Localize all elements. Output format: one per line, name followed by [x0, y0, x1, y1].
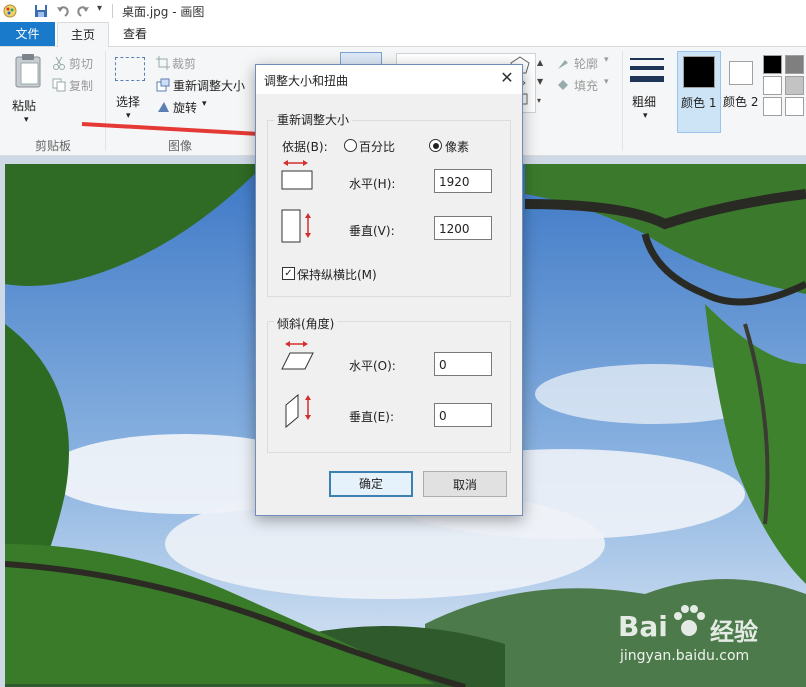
baidu-watermark: Bai 经验 jingyan.baidu.com	[618, 600, 798, 670]
watermark-url: jingyan.baidu.com	[620, 648, 750, 664]
resize-by-label: 依据(B):	[282, 140, 328, 154]
ok-button[interactable]: 确定	[329, 471, 413, 497]
radio-percent-label: 百分比	[359, 140, 396, 154]
resize-group-legend: 重新调整大小	[274, 111, 353, 128]
radio-percent[interactable]	[344, 139, 357, 152]
skew-group-legend: 倾斜(角度)	[274, 315, 338, 332]
resize-skew-dialog: 调整大小和扭曲 ✕ 重新调整大小 依据(B): 百分比 像素 水平(H): 19…	[255, 64, 523, 516]
radio-pixels-label: 像素	[445, 140, 470, 154]
radio-pixels[interactable]	[429, 139, 442, 152]
skew-vertical-label: 垂直(E):	[349, 410, 394, 424]
keep-ratio-checkbox[interactable]: ✓	[282, 267, 295, 280]
watermark-brand-suffix: 经验	[710, 618, 758, 646]
keep-ratio-label: 保持纵横比(M)	[297, 268, 377, 282]
dialog-title-bar: 调整大小和扭曲 ✕	[256, 65, 522, 94]
resize-horizontal-input[interactable]: 1920	[434, 169, 492, 193]
resize-vertical-input[interactable]: 1200	[434, 216, 492, 240]
cancel-button[interactable]: 取消	[423, 471, 507, 497]
skew-vertical-input[interactable]: 0	[434, 403, 492, 427]
vertical-resize-icon	[281, 209, 311, 243]
horizontal-skew-icon	[281, 341, 314, 370]
resize-horizontal-label: 水平(H):	[349, 177, 396, 191]
horizontal-resize-icon	[281, 160, 313, 190]
dialog-title: 调整大小和扭曲	[264, 74, 349, 88]
watermark-brand: Bai	[618, 610, 668, 643]
resize-vertical-label: 垂直(V):	[349, 224, 395, 238]
paw-logo-icon	[674, 605, 705, 636]
skew-horizontal-label: 水平(O):	[349, 359, 396, 373]
close-icon[interactable]: ✕	[498, 69, 516, 87]
vertical-skew-icon	[285, 393, 311, 429]
skew-horizontal-input[interactable]: 0	[434, 352, 492, 376]
